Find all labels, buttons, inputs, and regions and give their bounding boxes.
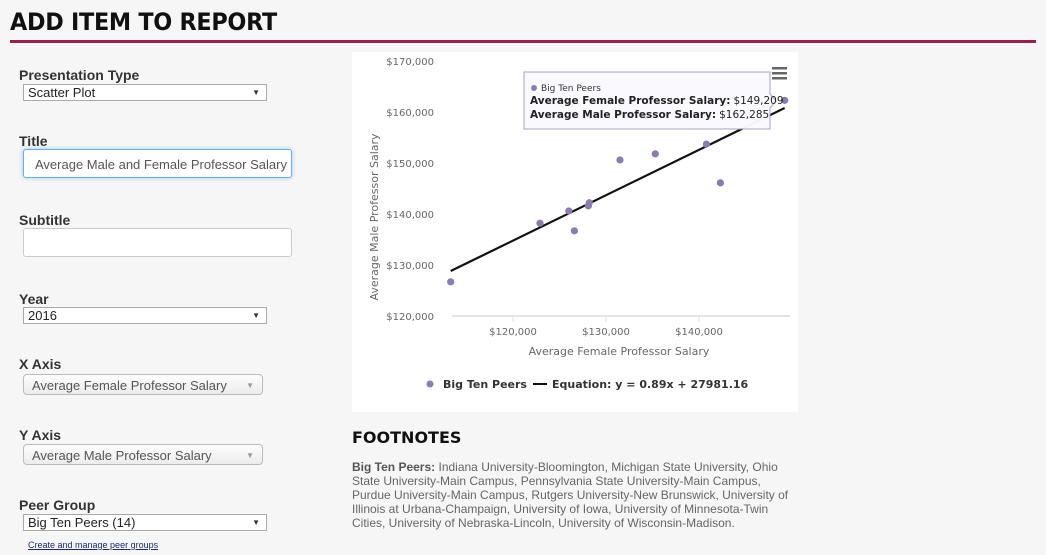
x-tick-label: $120,000 bbox=[489, 327, 537, 338]
tooltip-y-label: Average Male Professor Salary bbox=[530, 109, 712, 121]
y-tick-label: $150,000 bbox=[386, 159, 434, 170]
menu-icon[interactable] bbox=[772, 67, 787, 80]
title-input[interactable]: Average Male and Female Professor Salary bbox=[23, 149, 292, 178]
data-point[interactable] bbox=[716, 179, 724, 187]
tooltip-x-value: $149,209 bbox=[733, 95, 783, 107]
y-axis-value: Average Male Professor Salary bbox=[32, 448, 212, 463]
legend-marker bbox=[426, 380, 434, 388]
y-axis-title: Average Male Professor Salary bbox=[368, 133, 381, 301]
x-axis-select[interactable]: Average Female Professor Salary ▼ bbox=[23, 374, 263, 395]
footnote-text: Big Ten Peers: Indiana University-Bloomi… bbox=[352, 460, 802, 530]
y-tick-label: $120,000 bbox=[386, 312, 434, 323]
legend-item-trendline[interactable]: Equation: y = 0.89x + 27981.16 bbox=[533, 378, 749, 391]
x-tick-label: $140,000 bbox=[675, 327, 723, 338]
subtitle-input[interactable] bbox=[23, 228, 292, 257]
subtitle-label: Subtitle bbox=[19, 212, 71, 228]
chevron-down-icon: ▼ bbox=[252, 88, 260, 97]
data-point[interactable] bbox=[585, 199, 593, 207]
page-title: ADD ITEM TO REPORT bbox=[10, 8, 277, 36]
footnotes-title: FOOTNOTES bbox=[352, 428, 462, 447]
x-axis-label: X Axis bbox=[19, 356, 62, 372]
chevron-down-icon: ▼ bbox=[246, 451, 254, 460]
chevron-down-icon: ▼ bbox=[252, 311, 260, 320]
y-tick-label: $160,000 bbox=[386, 108, 434, 119]
y-axis-label: Y Axis bbox=[19, 427, 62, 443]
chart-svg: $120,000 $130,000 $140,000 $150,000 $160,000… bbox=[368, 57, 790, 391]
x-tick-label: $130,000 bbox=[582, 327, 630, 338]
data-point[interactable] bbox=[651, 150, 659, 158]
y-tick-label: $140,000 bbox=[386, 210, 434, 221]
data-point[interactable] bbox=[447, 278, 455, 286]
legend-label-series: Big Ten Peers bbox=[443, 378, 527, 391]
scatter-chart: $120,000 $130,000 $140,000 $150,000 $160,000… bbox=[352, 52, 798, 412]
manage-peer-groups-link[interactable]: Create and manage peer groups bbox=[28, 540, 158, 550]
y-tick-label: $170,000 bbox=[386, 57, 434, 68]
footnote-group-name: Big Ten Peers: bbox=[352, 460, 436, 474]
chevron-down-icon: ▼ bbox=[252, 518, 260, 527]
peer-group-select[interactable]: Big Ten Peers (14) ▼ bbox=[23, 514, 267, 531]
data-point[interactable] bbox=[616, 156, 624, 164]
data-point[interactable] bbox=[702, 140, 711, 148]
peer-group-value: Big Ten Peers (14) bbox=[28, 515, 136, 530]
legend-label-trendline: Equation: y = 0.89x + 27981.16 bbox=[552, 378, 749, 391]
title-divider bbox=[10, 40, 1036, 43]
presentation-type-select[interactable]: Scatter Plot ▼ bbox=[23, 84, 267, 101]
title-input-value: Average Male and Female Professor Salary bbox=[35, 157, 287, 172]
legend-item-series[interactable]: Big Ten Peers bbox=[426, 378, 528, 391]
y-axis-select[interactable]: Average Male Professor Salary ▼ bbox=[23, 444, 263, 465]
peer-group-label: Peer Group bbox=[19, 497, 96, 513]
year-value: 2016 bbox=[28, 308, 57, 323]
legend: Big Ten Peers Equation: y = 0.89x + 2798… bbox=[426, 378, 749, 391]
trendline bbox=[450, 107, 786, 273]
data-point[interactable] bbox=[565, 207, 573, 215]
presentation-type-value: Scatter Plot bbox=[28, 85, 96, 100]
tooltip-x-label: Average Female Professor Salary bbox=[530, 95, 726, 107]
data-point[interactable] bbox=[570, 227, 578, 235]
tooltip: Big Ten Peers Average Female Professor S… bbox=[523, 71, 784, 130]
year-label: Year bbox=[19, 291, 49, 307]
tooltip-series: Big Ten Peers bbox=[541, 84, 601, 94]
data-point[interactable] bbox=[536, 219, 544, 227]
year-select[interactable]: 2016 ▼ bbox=[23, 307, 267, 324]
x-axis-title: Average Female Professor Salary bbox=[529, 345, 710, 358]
x-axis-value: Average Female Professor Salary bbox=[32, 378, 227, 393]
title-label: Title bbox=[19, 133, 48, 149]
tooltip-y-value: $162,285 bbox=[719, 109, 769, 121]
tooltip-marker bbox=[531, 85, 537, 91]
presentation-type-label: Presentation Type bbox=[19, 67, 140, 83]
chevron-down-icon: ▼ bbox=[246, 381, 254, 390]
svg-text:Average Female Professor Salar: Average Female Professor Salary: $149,209 bbox=[530, 95, 784, 107]
svg-text:Average Male Professor Salary:: Average Male Professor Salary: $162,285 bbox=[530, 109, 769, 121]
y-tick-label: $130,000 bbox=[386, 261, 434, 272]
